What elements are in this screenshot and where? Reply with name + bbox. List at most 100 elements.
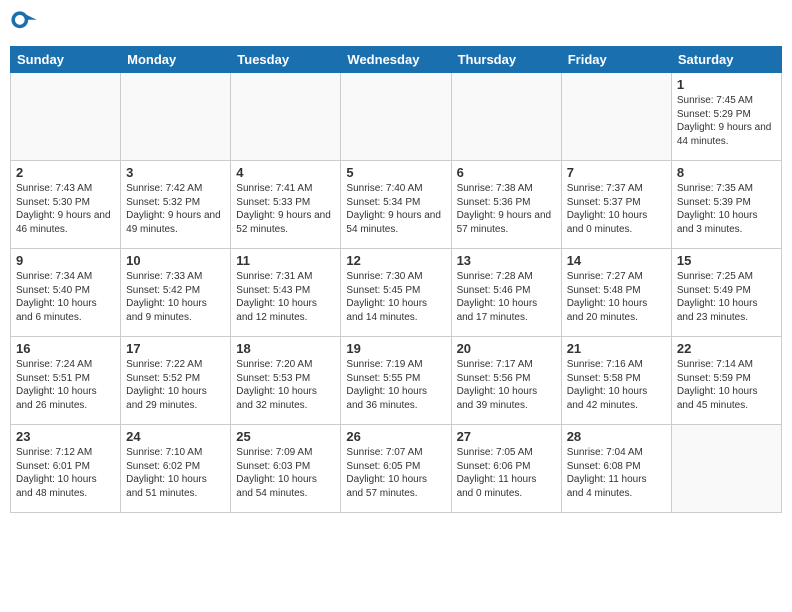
calendar-cell — [671, 425, 781, 513]
calendar-cell: 16 Sunrise: 7:24 AM Sunset: 5:51 PM Dayli… — [11, 337, 121, 425]
calendar-cell: 12 Sunrise: 7:30 AM Sunset: 5:45 PM Dayli… — [341, 249, 451, 337]
day-info: Sunrise: 7:22 AM Sunset: 5:52 PM Dayligh… — [126, 358, 225, 412]
day-number: 5 — [346, 165, 445, 180]
day-info: Sunrise: 7:05 AM Sunset: 6:06 PM Dayligh… — [457, 446, 556, 500]
calendar-cell: 10Sunrise: 7:33 AM Sunset: 5:42 PM Dayli… — [121, 249, 231, 337]
calendar-cell: 9 Sunrise: 7:34 AM Sunset: 5:40 PM Daylig… — [11, 249, 121, 337]
calendar-cell: 5 Sunrise: 7:40 AM Sunset: 5:34 PM Daylig… — [341, 161, 451, 249]
logo — [10, 10, 40, 38]
day-info: Sunrise: 7:20 AM Sunset: 5:53 PM Dayligh… — [236, 358, 335, 412]
calendar-cell: 4 Sunrise: 7:41 AM Sunset: 5:33 PM Daylig… — [231, 161, 341, 249]
day-info: Sunrise: 7:34 AM Sunset: 5:40 PM Dayligh… — [16, 270, 115, 324]
calendar-cell: 2 Sunrise: 7:43 AM Sunset: 5:30 PM Daylig… — [11, 161, 121, 249]
day-info: Sunrise: 7:31 AM Sunset: 5:43 PM Dayligh… — [236, 270, 335, 324]
logo-icon — [10, 10, 38, 38]
day-number: 18 — [236, 341, 335, 356]
day-number: 6 — [457, 165, 556, 180]
day-info: Sunrise: 7:30 AM Sunset: 5:45 PM Dayligh… — [346, 270, 445, 324]
day-info: Sunrise: 7:43 AM Sunset: 5:30 PM Dayligh… — [16, 182, 115, 236]
calendar-cell: 19 Sunrise: 7:19 AM Sunset: 5:55 PM Dayli… — [341, 337, 451, 425]
day-info: Sunrise: 7:04 AM Sunset: 6:08 PM Dayligh… — [567, 446, 666, 500]
calendar-cell: 22 Sunrise: 7:14 AM Sunset: 5:59 PM Dayli… — [671, 337, 781, 425]
weekday-header-monday: Monday — [121, 47, 231, 73]
day-number: 2 — [16, 165, 115, 180]
weekday-header-tuesday: Tuesday — [231, 47, 341, 73]
calendar-cell: 25 Sunrise: 7:09 AM Sunset: 6:03 PM Dayli… — [231, 425, 341, 513]
day-info: Sunrise: 7:24 AM Sunset: 5:51 PM Dayligh… — [16, 358, 115, 412]
day-number: 12 — [346, 253, 445, 268]
header — [10, 10, 782, 38]
day-number: 25 — [236, 429, 335, 444]
day-number: 22 — [677, 341, 776, 356]
day-number: 26 — [346, 429, 445, 444]
weekday-header-sunday: Sunday — [11, 47, 121, 73]
calendar-cell: 28 Sunrise: 7:04 AM Sunset: 6:08 PM Dayli… — [561, 425, 671, 513]
day-info: Sunrise: 7:35 AM Sunset: 5:39 PM Dayligh… — [677, 182, 776, 236]
day-number: 1 — [677, 77, 776, 92]
calendar-cell: 17 Sunrise: 7:22 AM Sunset: 5:52 PM Dayli… — [121, 337, 231, 425]
calendar-week-row: 1 Sunrise: 7:45 AM Sunset: 5:29 PM Daylig… — [11, 73, 782, 161]
calendar-week-row: 16 Sunrise: 7:24 AM Sunset: 5:51 PM Dayli… — [11, 337, 782, 425]
calendar-cell: 21 Sunrise: 7:16 AM Sunset: 5:58 PM Dayli… — [561, 337, 671, 425]
calendar-cell: 23 Sunrise: 7:12 AM Sunset: 6:01 PM Dayli… — [11, 425, 121, 513]
calendar-cell — [451, 73, 561, 161]
day-number: 21 — [567, 341, 666, 356]
day-info: Sunrise: 7:25 AM Sunset: 5:49 PM Dayligh… — [677, 270, 776, 324]
weekday-header-thursday: Thursday — [451, 47, 561, 73]
day-number: 11 — [236, 253, 335, 268]
day-number: 7 — [567, 165, 666, 180]
day-number: 4 — [236, 165, 335, 180]
day-number: 19 — [346, 341, 445, 356]
day-info: Sunrise: 7:17 AM Sunset: 5:56 PM Dayligh… — [457, 358, 556, 412]
day-number: 20 — [457, 341, 556, 356]
weekday-header-saturday: Saturday — [671, 47, 781, 73]
calendar-cell: 6Sunrise: 7:38 AM Sunset: 5:36 PM Daylig… — [451, 161, 561, 249]
day-info: Sunrise: 7:37 AM Sunset: 5:37 PM Dayligh… — [567, 182, 666, 236]
calendar-cell — [121, 73, 231, 161]
day-number: 9 — [16, 253, 115, 268]
day-info: Sunrise: 7:41 AM Sunset: 5:33 PM Dayligh… — [236, 182, 335, 236]
weekday-header-wednesday: Wednesday — [341, 47, 451, 73]
day-number: 24 — [126, 429, 225, 444]
day-info: Sunrise: 7:07 AM Sunset: 6:05 PM Dayligh… — [346, 446, 445, 500]
day-number: 17 — [126, 341, 225, 356]
calendar-cell: 27 Sunrise: 7:05 AM Sunset: 6:06 PM Dayli… — [451, 425, 561, 513]
calendar-cell: 24 Sunrise: 7:10 AM Sunset: 6:02 PM Dayli… — [121, 425, 231, 513]
calendar-cell: 3Sunrise: 7:42 AM Sunset: 5:32 PM Daylig… — [121, 161, 231, 249]
calendar-cell — [561, 73, 671, 161]
calendar-cell — [11, 73, 121, 161]
day-info: Sunrise: 7:16 AM Sunset: 5:58 PM Dayligh… — [567, 358, 666, 412]
calendar-table: SundayMondayTuesdayWednesdayThursdayFrid… — [10, 46, 782, 513]
day-number: 13 — [457, 253, 556, 268]
weekday-header-friday: Friday — [561, 47, 671, 73]
day-info: Sunrise: 7:09 AM Sunset: 6:03 PM Dayligh… — [236, 446, 335, 500]
calendar-cell: 26 Sunrise: 7:07 AM Sunset: 6:05 PM Dayli… — [341, 425, 451, 513]
day-number: 28 — [567, 429, 666, 444]
day-number: 16 — [16, 341, 115, 356]
day-info: Sunrise: 7:19 AM Sunset: 5:55 PM Dayligh… — [346, 358, 445, 412]
calendar-cell: 14Sunrise: 7:27 AM Sunset: 5:48 PM Dayli… — [561, 249, 671, 337]
day-number: 27 — [457, 429, 556, 444]
calendar-cell: 8 Sunrise: 7:35 AM Sunset: 5:39 PM Daylig… — [671, 161, 781, 249]
day-info: Sunrise: 7:45 AM Sunset: 5:29 PM Dayligh… — [677, 94, 776, 148]
calendar-cell: 11 Sunrise: 7:31 AM Sunset: 5:43 PM Dayli… — [231, 249, 341, 337]
calendar-cell — [231, 73, 341, 161]
calendar-week-row: 2 Sunrise: 7:43 AM Sunset: 5:30 PM Daylig… — [11, 161, 782, 249]
day-number: 8 — [677, 165, 776, 180]
calendar-cell: 1 Sunrise: 7:45 AM Sunset: 5:29 PM Daylig… — [671, 73, 781, 161]
day-info: Sunrise: 7:10 AM Sunset: 6:02 PM Dayligh… — [126, 446, 225, 500]
day-info: Sunrise: 7:27 AM Sunset: 5:48 PM Dayligh… — [567, 270, 666, 324]
calendar-header-row: SundayMondayTuesdayWednesdayThursdayFrid… — [11, 47, 782, 73]
calendar-cell — [341, 73, 451, 161]
page: SundayMondayTuesdayWednesdayThursdayFrid… — [0, 0, 792, 612]
calendar-week-row: 23 Sunrise: 7:12 AM Sunset: 6:01 PM Dayli… — [11, 425, 782, 513]
day-number: 15 — [677, 253, 776, 268]
day-info: Sunrise: 7:12 AM Sunset: 6:01 PM Dayligh… — [16, 446, 115, 500]
calendar-cell: 7 Sunrise: 7:37 AM Sunset: 5:37 PM Daylig… — [561, 161, 671, 249]
day-info: Sunrise: 7:33 AM Sunset: 5:42 PM Dayligh… — [126, 270, 225, 324]
calendar-cell: 20 Sunrise: 7:17 AM Sunset: 5:56 PM Dayli… — [451, 337, 561, 425]
day-info: Sunrise: 7:14 AM Sunset: 5:59 PM Dayligh… — [677, 358, 776, 412]
day-info: Sunrise: 7:40 AM Sunset: 5:34 PM Dayligh… — [346, 182, 445, 236]
day-number: 23 — [16, 429, 115, 444]
day-info: Sunrise: 7:28 AM Sunset: 5:46 PM Dayligh… — [457, 270, 556, 324]
